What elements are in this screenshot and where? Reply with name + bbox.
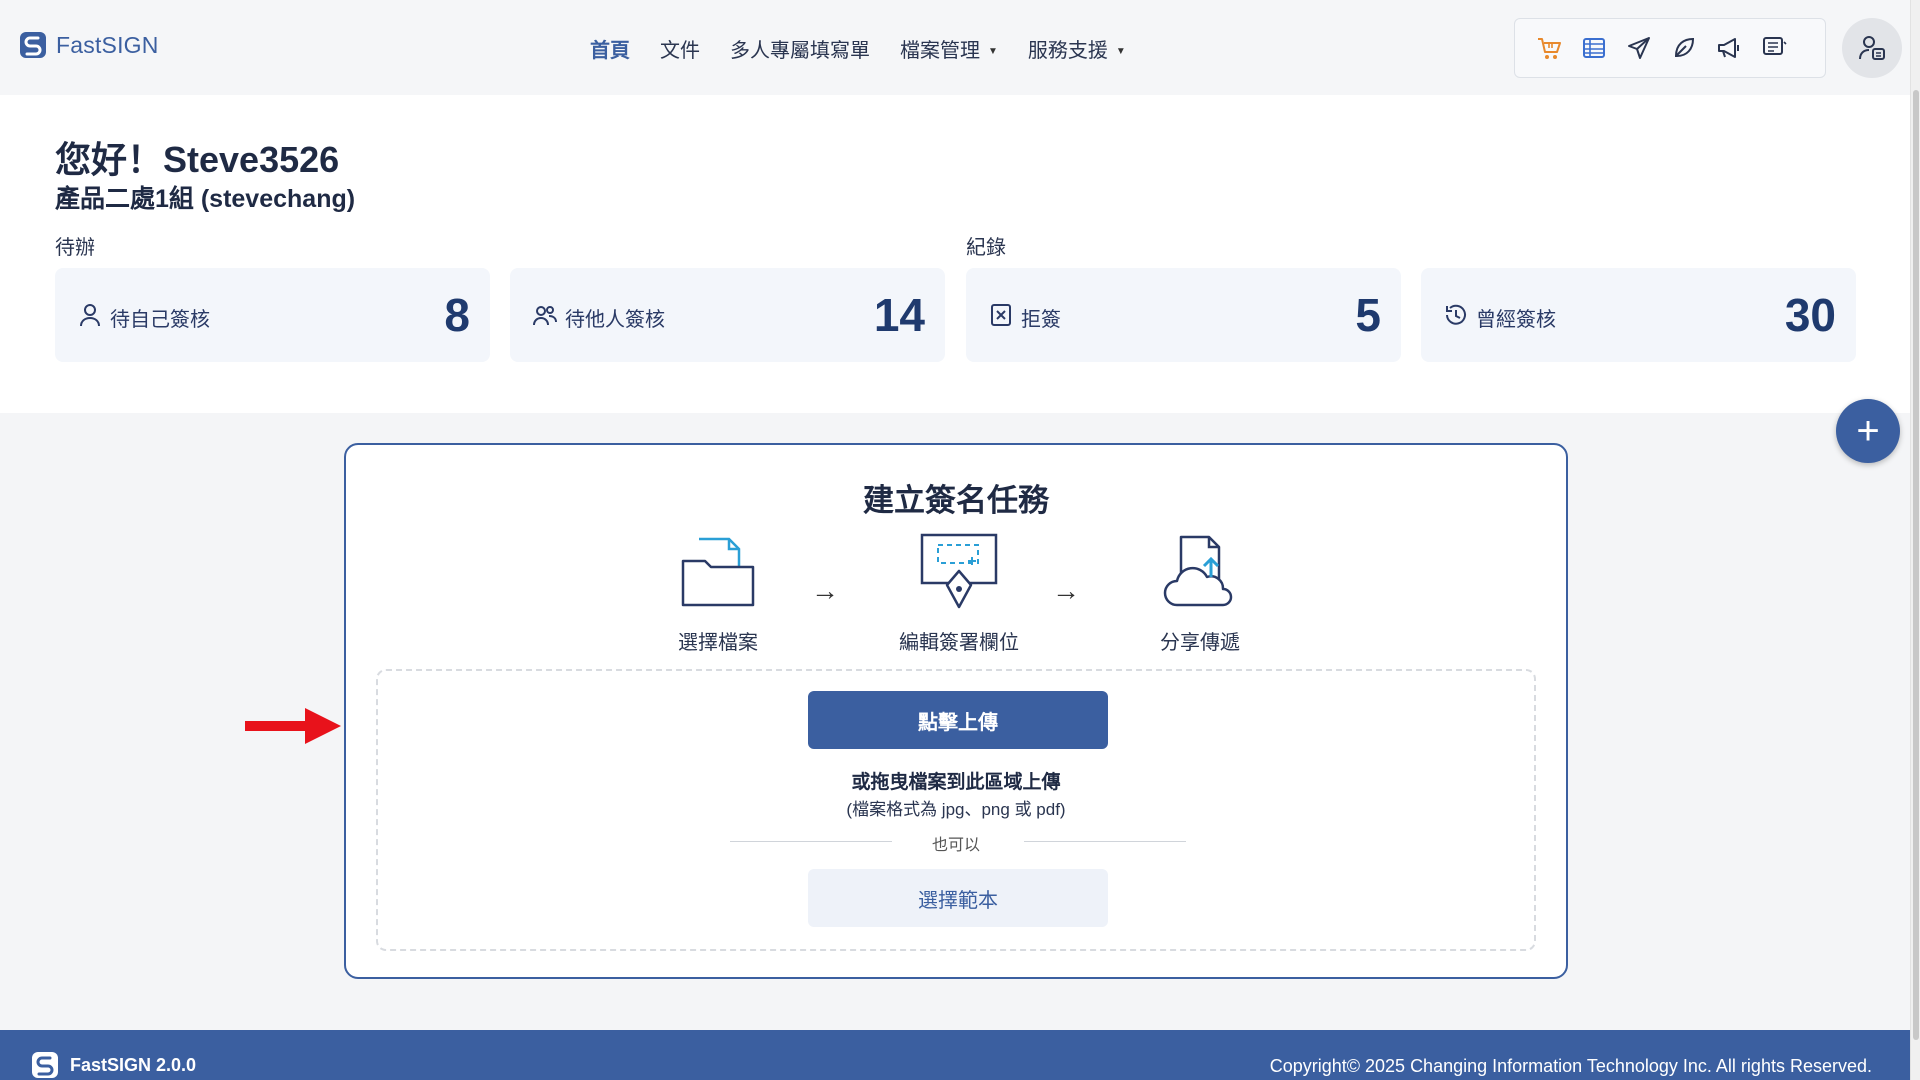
card-history[interactable]: 曾經簽核 30 — [1421, 268, 1856, 362]
nav-service-support[interactable]: 服務支援 ▼ — [1028, 34, 1126, 63]
history-icon — [1446, 304, 1466, 325]
red-pointer-arrow-icon — [245, 708, 341, 744]
card-pending-others[interactable]: 待他人簽核 14 — [510, 268, 945, 362]
caret-down-icon: ▼ — [988, 46, 998, 58]
top-header: FastSIGN 首頁 文件 多人專屬填寫單 檔案管理 ▼ 服務支援 ▼ — [0, 0, 1920, 95]
reject-icon — [991, 304, 1011, 326]
fastsign-logo-icon — [32, 1052, 58, 1078]
footer-version: FastSIGN 2.0.0 — [70, 1054, 197, 1075]
nav-multi-form-label: 多人專屬填寫單 — [730, 40, 870, 62]
quick-tools — [1514, 18, 1826, 78]
user-icon — [80, 304, 100, 327]
greeting-title: 您好！Steve3526 — [55, 139, 340, 180]
nav-home[interactable]: 首頁 — [590, 34, 630, 63]
send-icon[interactable] — [1625, 34, 1653, 62]
brand-logo[interactable]: FastSIGN — [18, 30, 159, 60]
card-count: 14 — [873, 289, 925, 341]
card-label: 待他人簽核 — [565, 309, 665, 331]
step-label: 分享傳遞 — [1160, 632, 1240, 654]
nav-service-support-label: 服務支援 — [1027, 40, 1108, 62]
leaf-icon[interactable] — [1670, 34, 1698, 62]
welcome-section: 您好！Steve3526 產品二處1組 (stevechang) 待辦 紀錄 待… — [0, 95, 1920, 413]
user-department: 產品二處1組 (stevechang) — [55, 185, 356, 213]
card-count: 8 — [444, 289, 470, 341]
user-avatar[interactable] — [1842, 18, 1902, 78]
scrollbar-thumb[interactable] — [1913, 90, 1919, 1040]
nav-multi-form[interactable]: 多人專屬填寫單 — [730, 34, 870, 63]
step-arrow-icon: → — [811, 575, 839, 606]
cloud-upload-icon — [1163, 535, 1233, 607]
choose-template-button[interactable]: 選擇範本 — [808, 869, 1108, 927]
notes-icon[interactable] — [1760, 34, 1788, 62]
record-label: 紀錄 — [966, 237, 1006, 259]
step-edit-fields: 編輯簽署欄位 — [879, 531, 1039, 655]
todo-label: 待辦 — [55, 237, 95, 259]
card-label: 拒簽 — [1021, 309, 1061, 331]
add-fab-button[interactable]: + — [1836, 399, 1900, 463]
nav-documents[interactable]: 文件 — [660, 34, 700, 63]
pen-field-icon — [920, 533, 998, 609]
card-pending-self[interactable]: 待自己簽核 8 — [55, 268, 490, 362]
step-select-file: 選擇檔案 — [638, 531, 798, 655]
upload-dropzone[interactable]: 點擊上傳 或拖曳檔案到此區域上傳 (檔案格式為 jpg、png 或 pdf) 也… — [376, 669, 1536, 951]
page-footer: FastSIGN 2.0.0 Copyright© 2025 Changing … — [0, 1030, 1910, 1080]
user-card-icon — [1859, 36, 1885, 60]
panel-title: 建立簽名任務 — [863, 483, 1049, 518]
card-label: 曾經簽核 — [1476, 309, 1556, 331]
card-count: 30 — [1784, 289, 1836, 341]
plus-icon: + — [1856, 409, 1880, 453]
nav-file-management[interactable]: 檔案管理 ▼ — [900, 34, 998, 63]
brand-name: FastSIGN — [56, 31, 159, 58]
caret-down-icon: ▼ — [1115, 46, 1126, 58]
nav-file-management-label: 檔案管理 — [900, 40, 980, 62]
footer-copyright: Copyright© 2025 Changing Information Tec… — [1269, 1056, 1872, 1076]
step-label: 編輯簽署欄位 — [899, 632, 1019, 654]
megaphone-icon[interactable] — [1715, 34, 1743, 62]
step-label: 選擇檔案 — [678, 632, 758, 654]
folder-icon — [681, 537, 755, 607]
table-icon[interactable] — [1580, 34, 1608, 62]
users-icon — [533, 306, 557, 326]
format-hint: (檔案格式為 jpg、png 或 pdf) — [846, 800, 1066, 819]
step-share: 分享傳遞 — [1120, 531, 1280, 655]
cart-icon[interactable] — [1535, 34, 1563, 62]
nav-home-label: 首頁 — [590, 40, 630, 62]
step-arrow-icon: → — [1052, 575, 1080, 606]
fastsign-logo-icon — [20, 32, 46, 58]
upload-button[interactable]: 點擊上傳 — [808, 691, 1108, 749]
footer-brand: FastSIGN 2.0.0 — [30, 1050, 196, 1080]
or-text: 也可以 — [931, 837, 980, 854]
card-label: 待自己簽核 — [110, 309, 210, 331]
drag-hint: 或拖曳檔案到此區域上傳 — [851, 772, 1061, 793]
card-count: 5 — [1355, 289, 1381, 341]
main-nav: 首頁 文件 多人專屬填寫單 檔案管理 ▼ 服務支援 ▼ — [590, 34, 1126, 63]
card-rejected[interactable]: 拒簽 5 — [966, 268, 1401, 362]
nav-documents-label: 文件 — [660, 40, 700, 62]
divider-right — [1024, 841, 1186, 842]
page-scrollbar[interactable] — [1910, 0, 1920, 1080]
create-sign-task-panel: 建立簽名任務 選擇檔案 → 編輯簽署欄位 → 分享傳遞 點擊上傳 或拖曳檔案到此… — [344, 443, 1568, 979]
